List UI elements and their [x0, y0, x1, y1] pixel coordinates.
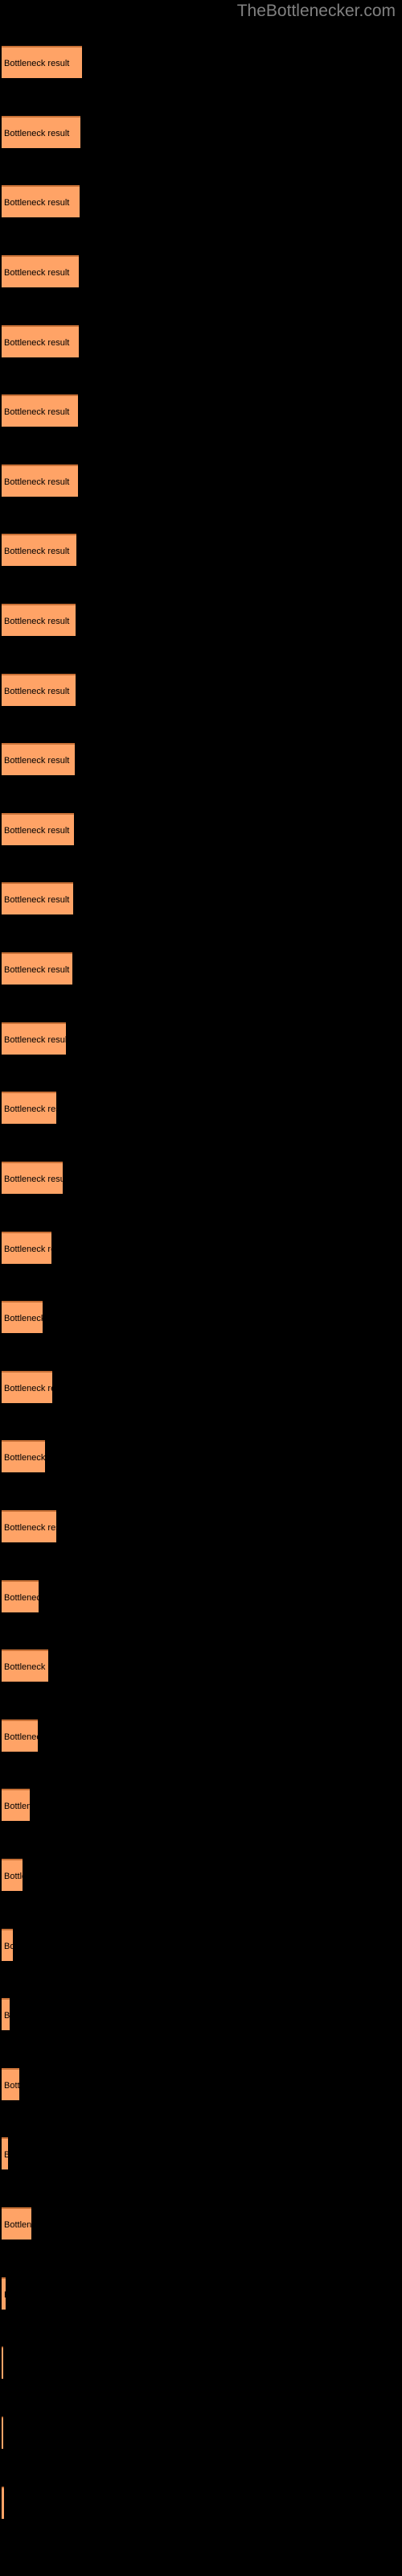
bottleneck-result-bar[interactable]: Bottleneck result: [2, 1301, 43, 1333]
bottleneck-result-bar[interactable]: Bottleneck result: [2, 185, 80, 217]
bar-label: Bottleneck result: [4, 268, 70, 278]
bar-label: Bottleneck result: [4, 129, 70, 138]
bottleneck-result-bar[interactable]: Bottleneck result: [2, 1232, 51, 1264]
bottleneck-result-bar[interactable]: Bottleneck result: [2, 2137, 8, 2169]
bar-label: Bottleneck result: [4, 687, 70, 696]
bottleneck-result-bar[interactable]: Bottleneck result: [2, 674, 76, 706]
bottleneck-result-bar[interactable]: Bottleneck result: [2, 2487, 4, 2519]
bottleneck-result-bar[interactable]: Bottleneck result: [2, 1789, 30, 1821]
bar-label: Bottleneck result: [4, 1732, 38, 1742]
bottleneck-bar-chart: Bottleneck result Bottleneck result Bottle…: [0, 0, 402, 2576]
bar-label: Bottleneck result: [4, 2081, 19, 2091]
bottleneck-result-bar[interactable]: Bottleneck result: [2, 1510, 56, 1542]
bar-label: Bottleneck result: [4, 895, 70, 905]
bottleneck-result-bar[interactable]: Bottleneck result: [2, 394, 78, 427]
bar-label: Bottleneck result: [4, 1314, 43, 1323]
bottleneck-result-bar[interactable]: Bottleneck result: [2, 1371, 52, 1403]
bar-label: Bottleneck result: [4, 617, 70, 626]
bottleneck-result-bar[interactable]: Bottleneck result: [2, 604, 76, 636]
bar-label: Bottleneck result: [4, 756, 70, 766]
bottleneck-result-bar[interactable]: Bottleneck result: [2, 1440, 45, 1472]
bottleneck-result-bar[interactable]: Bottleneck result: [2, 46, 82, 78]
bar-label: Bottleneck result: [4, 1593, 39, 1603]
bar-label: Bottleneck result: [4, 1245, 51, 1254]
bottleneck-result-bar[interactable]: Bottleneck result: [2, 2347, 3, 2379]
bottleneck-result-bar[interactable]: Bottleneck result: [2, 1859, 23, 1891]
bottleneck-result-bar[interactable]: Bottleneck result: [2, 1162, 63, 1194]
bar-label: Bottleneck result: [4, 1872, 23, 1881]
bottleneck-result-bar[interactable]: Bottleneck result: [2, 1929, 13, 1961]
bottleneck-result-bar[interactable]: Bottleneck result: [2, 2207, 31, 2240]
bar-label: Bottleneck result: [4, 338, 70, 348]
bottleneck-result-bar[interactable]: Bottleneck result: [2, 743, 75, 775]
bottleneck-result-bar[interactable]: Bottleneck result: [2, 255, 79, 287]
bottleneck-result-bar[interactable]: Bottleneck result: [2, 116, 80, 148]
bottleneck-result-bar[interactable]: Bottleneck result: [2, 2068, 19, 2100]
bar-label: Bottleneck result: [4, 1942, 13, 1951]
bar-label: Bottleneck result: [4, 1384, 52, 1393]
bar-label: Bottleneck result: [4, 1174, 63, 1184]
bar-label: Bottleneck result: [4, 2147, 8, 2163]
bottleneck-result-bar[interactable]: Bottleneck result: [2, 952, 72, 985]
bar-label: Bottleneck result: [4, 826, 70, 836]
bottleneck-result-bar[interactable]: Bottleneck result: [2, 2277, 6, 2310]
bottleneck-result-bar[interactable]: Bottleneck result: [2, 1022, 66, 1055]
bar-label: Bottleneck result: [4, 1662, 48, 1672]
bottleneck-result-bar[interactable]: Bottleneck result: [2, 1092, 56, 1124]
bottleneck-result-bar[interactable]: Bottleneck result: [2, 464, 78, 497]
bar-label: Bottleneck result: [4, 1802, 30, 1811]
bottleneck-result-bar[interactable]: Bottleneck result: [2, 882, 73, 914]
bar-label: Bottleneck result: [4, 1035, 66, 1045]
bar-label: Bottleneck result: [4, 2011, 10, 2021]
bar-label: Bottleneck result: [4, 2220, 31, 2230]
bar-label: Bottleneck result: [4, 1523, 56, 1533]
bottleneck-result-bar[interactable]: Bottleneck result: [2, 534, 76, 566]
bar-label: Bottleneck result: [4, 198, 70, 208]
bar-label: Bottleneck result: [4, 1453, 45, 1463]
bottleneck-result-bar[interactable]: Bottleneck result: [2, 1649, 48, 1682]
bar-label: Bottleneck result: [4, 547, 70, 556]
bar-label: Bottleneck result: [4, 2287, 6, 2303]
bottleneck-result-bar[interactable]: Bottleneck result: [2, 1998, 10, 2030]
bar-label: Bottleneck result: [4, 59, 70, 68]
bottleneck-result-bar[interactable]: Bottleneck result: [2, 1719, 38, 1752]
bar-label: Bottleneck result: [4, 1104, 56, 1114]
bottleneck-result-bar[interactable]: Bottleneck result: [2, 325, 79, 357]
bar-label: Bottleneck result: [4, 407, 70, 417]
bottleneck-result-bar[interactable]: Bottleneck result: [2, 1580, 39, 1612]
bottleneck-result-bar[interactable]: Bottleneck result: [2, 2417, 3, 2449]
bar-label: Bottleneck result: [4, 477, 70, 487]
bar-label: Bottleneck result: [4, 965, 70, 975]
bottleneck-result-bar[interactable]: Bottleneck result: [2, 813, 74, 845]
